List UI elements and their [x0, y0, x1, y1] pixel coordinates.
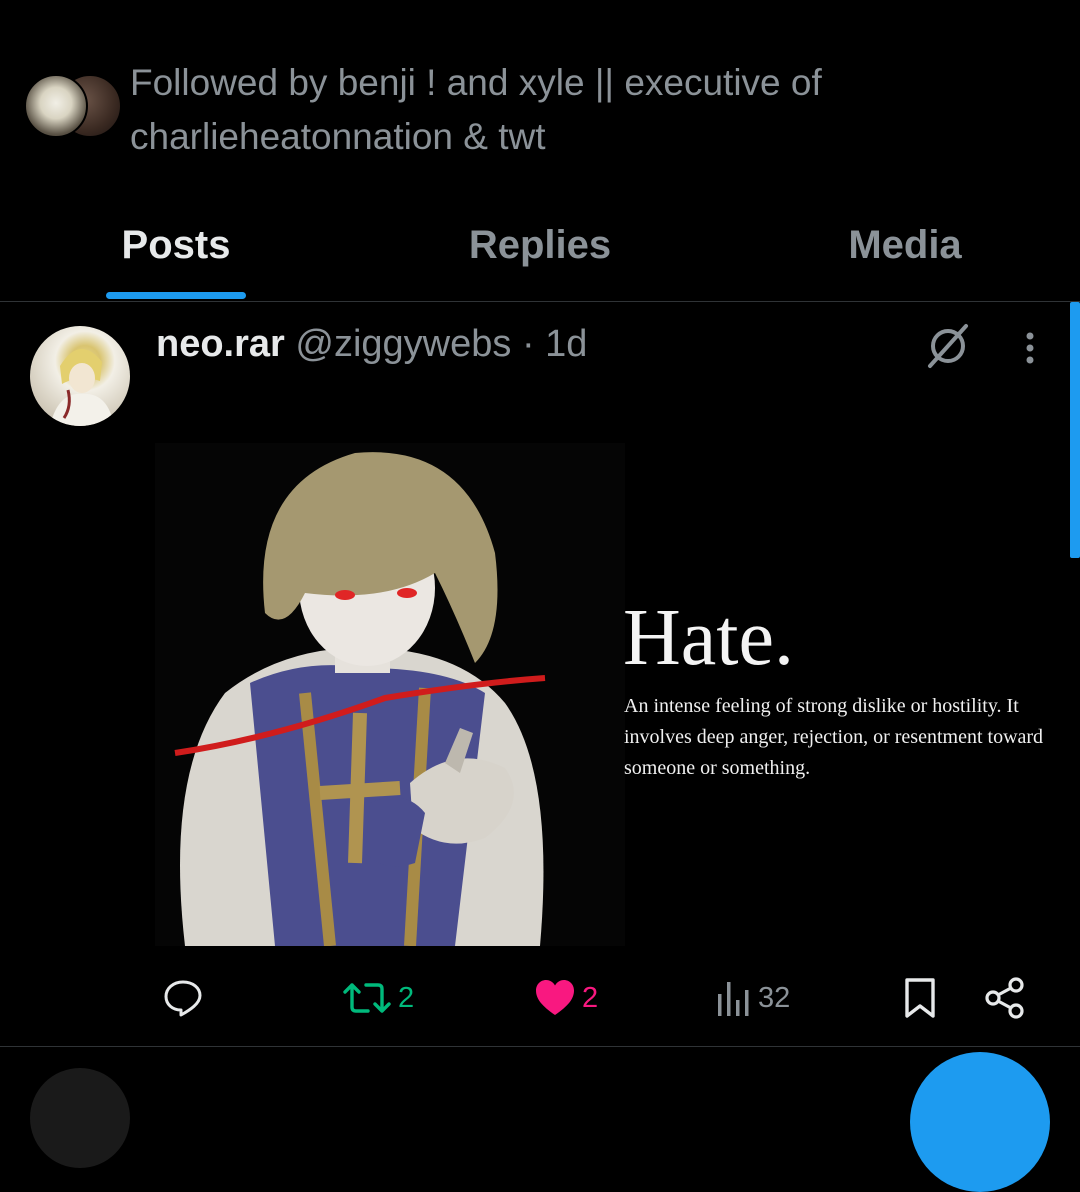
media-title: Hate. — [623, 594, 795, 682]
tab-posts[interactable]: Posts — [106, 220, 246, 280]
bookmark-button[interactable] — [902, 974, 938, 1022]
like-button[interactable]: 2 — [534, 974, 598, 1022]
bookmark-icon — [905, 978, 935, 1018]
tab-media[interactable]: Media — [820, 220, 990, 280]
next-post-avatar[interactable] — [30, 1068, 130, 1168]
post-media-image[interactable]: Hate. An intense feeling of strong disli… — [155, 443, 1070, 946]
author-name[interactable]: neo.rar — [156, 323, 285, 365]
repost-button[interactable]: 2 — [342, 974, 414, 1022]
followed-by-text: Followed by benji ! and xyle || executiv… — [130, 62, 822, 157]
followed-by-row[interactable]: Followed by benji ! and xyle || executiv… — [24, 56, 1024, 166]
profile-tabs: Posts Replies Media — [0, 200, 1080, 302]
views-count: 32 — [758, 981, 791, 1014]
heart-filled-icon — [536, 980, 574, 1015]
like-count: 2 — [582, 981, 599, 1014]
follower-avatars — [24, 74, 124, 138]
share-icon — [985, 977, 1024, 1019]
follower-avatar — [24, 74, 88, 138]
repost-count: 2 — [398, 981, 415, 1014]
more-vertical-icon[interactable] — [1016, 328, 1044, 368]
share-button[interactable] — [984, 974, 1026, 1022]
post-author-avatar[interactable] — [30, 326, 130, 426]
scrollbar-thumb[interactable] — [1070, 302, 1080, 558]
grok-icon[interactable] — [924, 322, 972, 370]
tab-replies[interactable]: Replies — [440, 220, 640, 280]
reply-icon — [164, 980, 202, 1017]
views-button[interactable]: 32 — [716, 974, 790, 1022]
tabs-divider — [0, 301, 1080, 302]
views-icon — [718, 982, 749, 1016]
reply-button[interactable] — [160, 974, 206, 1022]
avatar-art — [50, 348, 114, 426]
repost-icon — [343, 983, 391, 1013]
media-illustration — [155, 443, 625, 946]
post-header: neo.rar @ziggywebs · 1d — [156, 318, 587, 370]
post-divider — [0, 1046, 1080, 1047]
compose-fab-button[interactable] — [910, 1052, 1050, 1192]
author-handle-time[interactable]: @ziggywebs · 1d — [295, 323, 587, 365]
active-tab-indicator — [106, 292, 246, 299]
media-definition: An intense feeling of strong dislike or … — [624, 695, 1044, 779]
